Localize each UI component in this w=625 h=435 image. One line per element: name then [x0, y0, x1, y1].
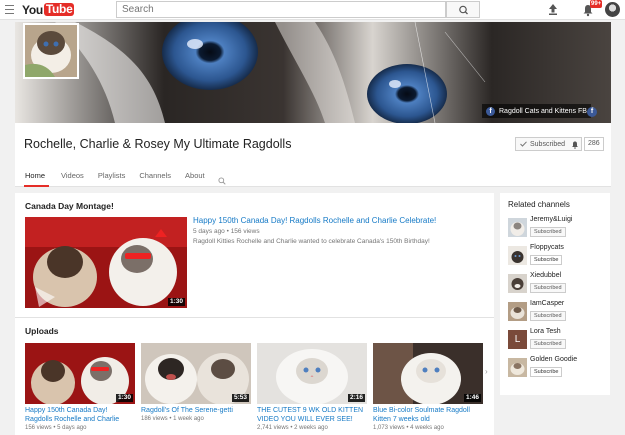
account-avatar[interactable] — [605, 2, 620, 17]
main-content: Canada Day Montage! 1:30 Happy 150th Can… — [15, 193, 494, 435]
subscribed-button[interactable]: Subscribed — [530, 283, 566, 293]
video-duration: 2:16 — [347, 394, 365, 402]
related-channel-item[interactable]: Xiedubbel Subscribed — [508, 272, 608, 296]
search-input[interactable] — [116, 1, 446, 18]
channel-avatar[interactable] — [508, 274, 527, 293]
channel-avatar[interactable] — [508, 302, 527, 321]
subscribe-button[interactable]: Subscribe — [530, 367, 563, 377]
tab-channels[interactable]: Channels — [139, 171, 179, 187]
video-meta: 186 views • 1 week ago — [141, 416, 204, 422]
section-divider — [15, 317, 494, 318]
video-thumbnail[interactable]: 1:46 — [373, 343, 483, 404]
related-channel-name[interactable]: Lora Tesh — [530, 328, 561, 335]
search-icon — [459, 5, 468, 15]
subscribed-label: Subscribed — [530, 140, 566, 148]
related-channel-name[interactable]: Xiedubbel — [530, 272, 561, 279]
channel-avatar[interactable] — [508, 358, 527, 377]
channel-avatar[interactable]: L — [508, 330, 527, 349]
video-title[interactable]: THE CUTEST 9 WK OLD KITTEN VIDEO YOU WIL… — [257, 406, 367, 424]
video-duration: 1:30 — [115, 394, 133, 402]
video-meta: 1,073 views • 4 weeks ago — [373, 425, 444, 431]
tab-about[interactable]: About — [185, 171, 213, 187]
channel-tabs: Home Videos Playlists Channels About — [24, 171, 219, 187]
facebook-link[interactable]: f Ragdoll Cats and Kittens FB — [482, 104, 591, 118]
video-thumbnail[interactable]: 2:16 — [257, 343, 367, 404]
video-meta: 156 views • 5 days ago — [25, 425, 87, 431]
facebook-icon: f — [486, 106, 495, 116]
featured-section-title[interactable]: Canada Day Montage! — [25, 201, 114, 211]
checkmark-icon — [520, 141, 527, 147]
related-channels-panel: Related channels Jeremy&Luigi Subscribed… — [500, 193, 610, 395]
facebook-link-label: Ragdoll Cats and Kittens FB — [499, 107, 587, 115]
related-channel-name[interactable]: IamCasper — [530, 300, 564, 307]
video-title[interactable]: Happy 150th Canada Day! Ragdolls Rochell… — [25, 406, 135, 424]
channel-title: Rochelle, Charlie & Rosey My Ultimate Ra… — [24, 137, 292, 151]
upload-item[interactable]: 1:30 Happy 150th Canada Day! Ragdolls Ro… — [25, 343, 135, 431]
channel-search-icon[interactable] — [218, 172, 226, 185]
search-button[interactable] — [446, 1, 480, 18]
channel-avatar[interactable] — [508, 218, 527, 237]
video-duration: 1:30 — [167, 298, 185, 306]
subscribed-button[interactable]: Subscribed — [530, 227, 566, 237]
video-title[interactable]: Ragdoll's Of The Serene-getti — [141, 406, 251, 415]
tab-home[interactable]: Home — [24, 171, 50, 187]
featured-video-title[interactable]: Happy 150th Canada Day! Ragdolls Rochell… — [193, 216, 436, 225]
tab-playlists[interactable]: Playlists — [98, 171, 134, 187]
channel-avatar[interactable] — [23, 23, 79, 79]
video-duration: 5:53 — [231, 394, 249, 402]
upload-icon[interactable] — [547, 3, 559, 16]
video-thumbnail[interactable]: 5:53 — [141, 343, 251, 404]
top-bar: You Tube 99+ — [0, 0, 625, 20]
related-channel-item[interactable]: IamCasper Subscribed — [508, 300, 608, 324]
featured-video-meta: 5 days ago • 156 views — [193, 228, 260, 235]
logo-tube-text: Tube — [43, 2, 75, 16]
related-channel-name[interactable]: Golden Goodie — [530, 356, 577, 363]
related-channel-name[interactable]: Floppycats — [530, 244, 564, 251]
notification-settings-button[interactable] — [568, 137, 582, 151]
menu-icon[interactable] — [5, 5, 14, 14]
subscriber-count: 286 — [584, 137, 604, 151]
youtube-logo[interactable]: You Tube — [22, 2, 75, 17]
featured-video-description: Ragdoll Kitties Rochelle and Charlie wan… — [193, 238, 430, 245]
related-channel-name[interactable]: Jeremy&Luigi — [530, 216, 572, 223]
video-thumbnail[interactable]: 1:30 — [25, 343, 135, 404]
subscribed-button[interactable]: Subscribed — [530, 339, 566, 349]
uploads-section-title[interactable]: Uploads — [25, 326, 59, 336]
channel-header: Rochelle, Charlie & Rosey My Ultimate Ra… — [15, 123, 611, 187]
related-channel-item[interactable]: L Lora Tesh Subscribed — [508, 328, 608, 352]
video-title[interactable]: Blue Bi-color Soulmate Ragdoll Kitten 7 … — [373, 406, 483, 424]
upload-item[interactable]: 2:16 THE CUTEST 9 WK OLD KITTEN VIDEO YO… — [257, 343, 367, 431]
featured-video-thumbnail[interactable]: 1:30 — [25, 217, 187, 308]
related-channel-item[interactable]: Jeremy&Luigi Subscribed — [508, 216, 608, 240]
upload-item[interactable]: 5:53 Ragdoll's Of The Serene-getti 186 v… — [141, 343, 251, 422]
notification-badge: 99+ — [590, 0, 603, 8]
tab-videos[interactable]: Videos — [61, 171, 92, 187]
video-duration: 1:46 — [463, 394, 481, 402]
subscribe-button[interactable]: Subscribe — [530, 255, 563, 265]
video-meta: 2,741 views • 2 weeks ago — [257, 425, 328, 431]
related-channel-item[interactable]: Golden Goodie Subscribe — [508, 356, 608, 380]
upload-item[interactable]: 1:46 Blue Bi-color Soulmate Ragdoll Kitt… — [373, 343, 483, 431]
subscribed-button[interactable]: Subscribed — [515, 137, 571, 151]
related-channels-title: Related channels — [508, 200, 570, 209]
related-channel-item[interactable]: Floppycats Subscribe — [508, 244, 608, 268]
logo-you-text: You — [22, 2, 43, 17]
channel-avatar[interactable] — [508, 246, 527, 265]
facebook-icon[interactable]: f — [587, 107, 597, 117]
subscribed-button[interactable]: Subscribed — [530, 311, 566, 321]
next-arrow-icon[interactable]: › — [485, 367, 488, 376]
bell-icon — [572, 141, 578, 149]
